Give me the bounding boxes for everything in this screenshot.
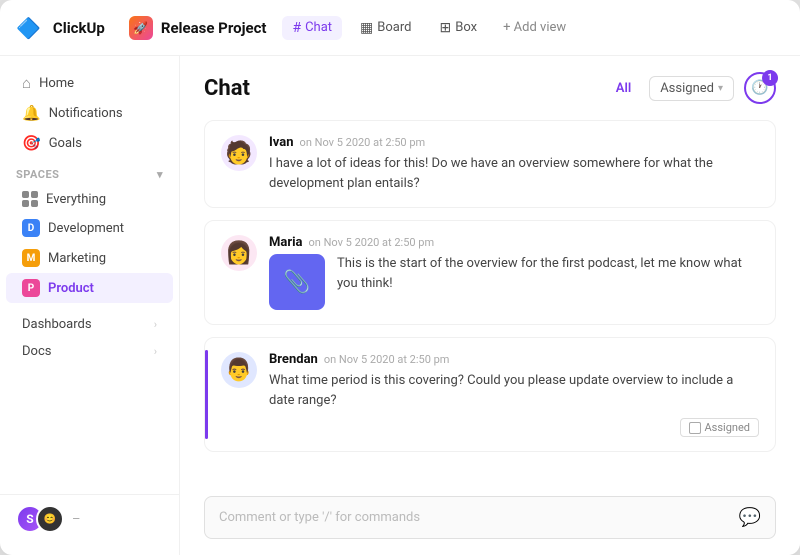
sidebar-item-product[interactable]: P Product	[6, 273, 173, 303]
message-ivan-text: I have a lot of ideas for this! Do we ha…	[269, 154, 759, 193]
messages-area: 🧑 Ivan on Nov 5 2020 at 2:50 pm I have a…	[180, 112, 800, 484]
avatar-brendan: 👨	[221, 352, 257, 388]
add-view-button[interactable]: + Add view	[495, 16, 574, 39]
attachment-icon[interactable]: 📎	[269, 254, 325, 310]
tab-box[interactable]: ⊞ Box	[429, 16, 487, 40]
message-maria-meta: Maria on Nov 5 2020 at 2:50 pm	[269, 235, 759, 250]
avatar-maria: 👩	[221, 235, 257, 271]
project-title: Release Project	[161, 19, 267, 37]
box-icon: ⊞	[439, 20, 451, 36]
sidebar-item-development[interactable]: D Development	[6, 213, 173, 243]
comment-bar: Comment or type '/' for commands 💬	[180, 484, 800, 555]
tab-board[interactable]: ▦ Board	[350, 16, 421, 40]
message-maria-body: Maria on Nov 5 2020 at 2:50 pm 📎 This is…	[269, 235, 759, 310]
message-brendan: 👨 Brendan on Nov 5 2020 at 2:50 pm What …	[204, 337, 776, 452]
project-icon: 🚀	[129, 16, 153, 40]
avatar-ivan: 🧑	[221, 135, 257, 171]
message-brendan-text: What time period is this covering? Could…	[269, 371, 759, 410]
message-brendan-meta: Brendan on Nov 5 2020 at 2:50 pm	[269, 352, 759, 367]
sidebar-item-goals[interactable]: 🎯 Goals	[6, 128, 173, 158]
message-maria-text: This is the start of the overview for th…	[337, 254, 759, 293]
clickup-logo[interactable]: 🔷	[16, 16, 41, 40]
message-brendan-author: Brendan	[269, 352, 318, 367]
message-brendan-time: on Nov 5 2020 at 2:50 pm	[324, 353, 450, 366]
chevron-right-icon: ›	[154, 345, 157, 358]
tab-chat[interactable]: # Chat	[282, 16, 342, 40]
body: ⌂ Home 🔔 Notifications 🎯 Goals Spaces ▾	[0, 56, 800, 555]
avatar-secondary: 😊	[36, 505, 64, 533]
spaces-section-label: Spaces ▾	[0, 158, 179, 185]
user-avatars: S 😊	[16, 505, 64, 533]
board-icon: ▦	[360, 20, 373, 36]
comment-input-box[interactable]: Comment or type '/' for commands 💬	[204, 496, 776, 539]
message-ivan-body: Ivan on Nov 5 2020 at 2:50 pm I have a l…	[269, 135, 759, 193]
sidebar-item-dashboards[interactable]: Dashboards ›	[6, 311, 173, 338]
message-brendan-body: Brendan on Nov 5 2020 at 2:50 pm What ti…	[269, 352, 759, 437]
chevron-right-icon: ›	[154, 318, 157, 331]
chevron-down-icon[interactable]: ▾	[157, 168, 163, 181]
sidebar-item-marketing[interactable]: M Marketing	[6, 243, 173, 273]
message-ivan: 🧑 Ivan on Nov 5 2020 at 2:50 pm I have a…	[204, 120, 776, 208]
message-maria: 👩 Maria on Nov 5 2020 at 2:50 pm 📎 This …	[204, 220, 776, 325]
app-window: 🔷 ClickUp 🚀 Release Project # Chat ▦ Boa…	[0, 0, 800, 555]
sidebar-item-docs[interactable]: Docs ›	[6, 338, 173, 365]
filter-all-button[interactable]: All	[608, 77, 639, 100]
main-content: Chat All Assigned ▾ 🕐 1 🧑	[180, 56, 800, 555]
chat-header: Chat All Assigned ▾ 🕐 1	[180, 56, 800, 112]
message-maria-inner: 📎 This is the start of the overview for …	[269, 254, 759, 310]
chevron-down-icon: ▾	[718, 83, 723, 94]
user-dash: –	[72, 512, 81, 527]
marketing-dot: M	[22, 249, 40, 267]
sidebar-item-everything[interactable]: Everything	[6, 185, 173, 213]
sidebar-item-home[interactable]: ⌂ Home	[6, 68, 173, 98]
app-name: ClickUp	[53, 19, 105, 37]
everything-grid-icon	[22, 191, 38, 207]
notification-bell-button[interactable]: 🕐 1	[744, 72, 776, 104]
sidebar-item-notifications[interactable]: 🔔 Notifications	[6, 98, 173, 128]
assigned-checkbox	[689, 422, 701, 434]
filter-assigned-button[interactable]: Assigned ▾	[649, 76, 734, 101]
top-bar: 🔷 ClickUp 🚀 Release Project # Chat ▦ Boa…	[0, 0, 800, 56]
sidebar: ⌂ Home 🔔 Notifications 🎯 Goals Spaces ▾	[0, 56, 180, 555]
message-maria-time: on Nov 5 2020 at 2:50 pm	[309, 236, 435, 249]
home-icon: ⌂	[22, 74, 31, 92]
notification-count: 1	[762, 70, 778, 86]
message-ivan-time: on Nov 5 2020 at 2:50 pm	[300, 136, 426, 149]
chat-header-controls: All Assigned ▾ 🕐 1	[608, 72, 776, 104]
message-ivan-author: Ivan	[269, 135, 294, 150]
bell-icon: 🔔	[22, 104, 41, 122]
assigned-badge[interactable]: Assigned	[680, 418, 760, 437]
product-dot: P	[22, 279, 40, 297]
message-maria-author: Maria	[269, 235, 303, 250]
chat-title: Chat	[204, 76, 250, 101]
development-dot: D	[22, 219, 40, 237]
hash-icon: #	[292, 20, 301, 36]
message-ivan-meta: Ivan on Nov 5 2020 at 2:50 pm	[269, 135, 759, 150]
comment-placeholder: Comment or type '/' for commands	[219, 510, 739, 525]
goal-icon: 🎯	[22, 134, 41, 152]
sidebar-bottom: S 😊 –	[0, 494, 179, 543]
send-icon: 💬	[739, 507, 761, 528]
